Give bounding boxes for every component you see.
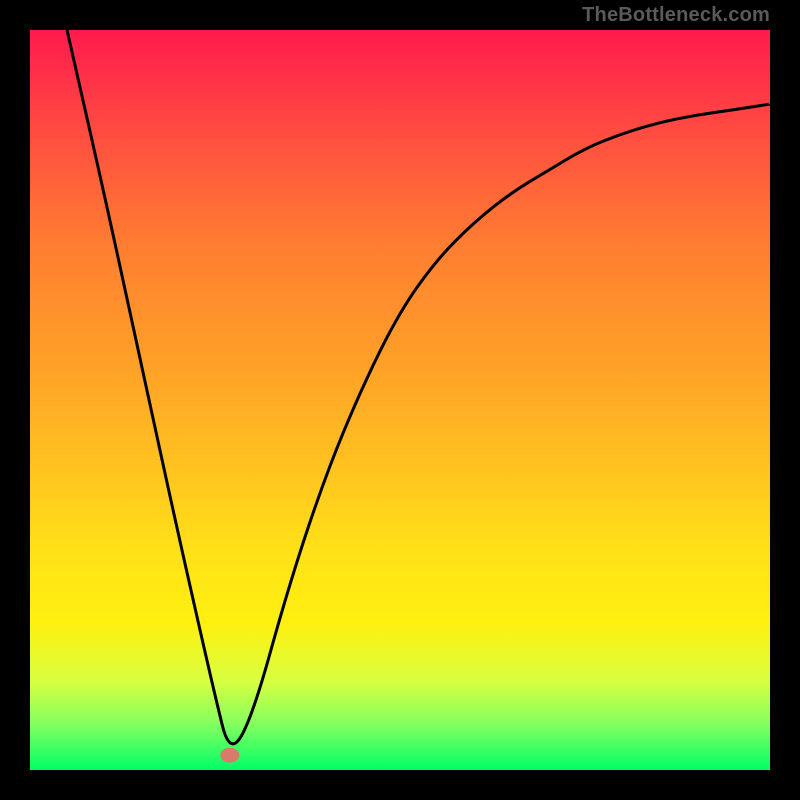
watermark-label: TheBottleneck.com [582, 4, 770, 27]
bottleneck-curve [67, 30, 770, 744]
plot-area [30, 30, 770, 770]
bottleneck-marker [221, 748, 239, 762]
bottleneck-chart: TheBottleneck.com [0, 0, 800, 800]
curve-layer [30, 30, 770, 770]
